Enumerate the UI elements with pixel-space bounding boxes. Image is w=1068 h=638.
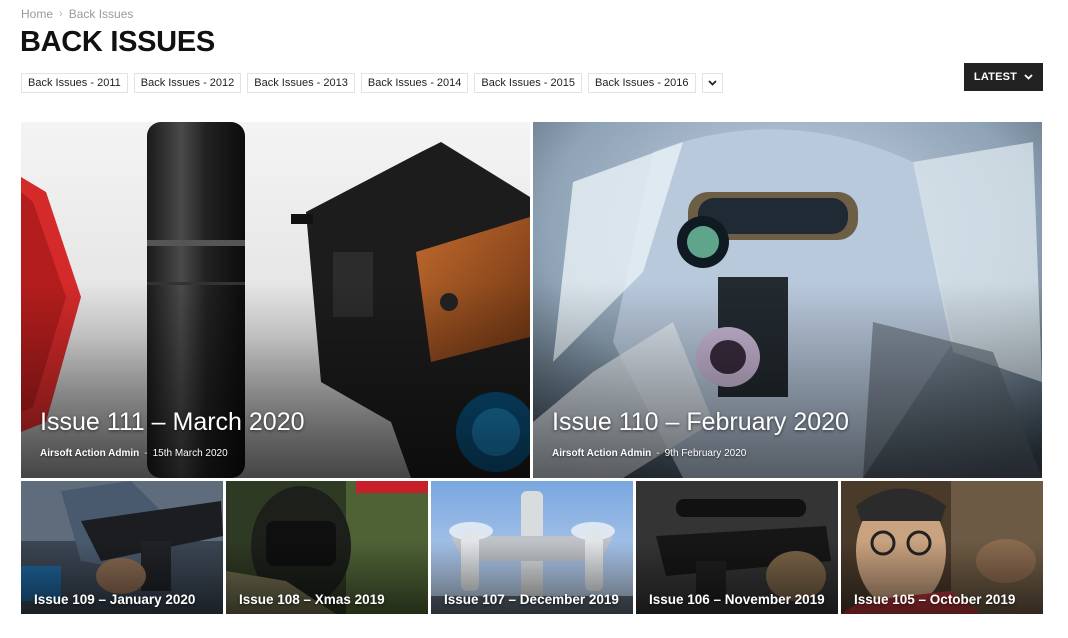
filter-back-issues-2014[interactable]: Back Issues - 2014 bbox=[360, 73, 469, 93]
breadcrumb-home-link[interactable]: Home bbox=[21, 7, 53, 21]
page-title: BACK ISSUES bbox=[20, 26, 215, 58]
filter-back-issues-2011[interactable]: Back Issues - 2011 bbox=[21, 73, 128, 93]
issue-card[interactable]: Issue 106 – November 2019 bbox=[636, 481, 838, 614]
breadcrumb-separator: › bbox=[59, 8, 63, 20]
filter-back-issues-2016[interactable]: Back Issues - 2016 bbox=[587, 73, 696, 93]
chevron-down-icon bbox=[1024, 74, 1033, 80]
sort-latest-button[interactable]: LATEST bbox=[964, 63, 1043, 91]
featured-issue-card[interactable]: Issue 110 – February 2020 Airsoft Action… bbox=[533, 122, 1042, 478]
filter-back-issues-2013[interactable]: Back Issues - 2013 bbox=[247, 73, 355, 93]
category-filter-bar: Back Issues - 2011 Back Issues - 2012 Ba… bbox=[21, 73, 723, 93]
breadcrumb-current-link[interactable]: Back Issues bbox=[69, 7, 134, 21]
issue-title[interactable]: Issue 108 – Xmas 2019 bbox=[239, 592, 385, 607]
issue-title[interactable]: Issue 110 – February 2020 bbox=[552, 408, 849, 437]
filter-back-issues-2012[interactable]: Back Issues - 2012 bbox=[133, 73, 242, 93]
filter-back-issues-2015[interactable]: Back Issues - 2015 bbox=[474, 73, 582, 93]
issue-card[interactable]: Issue 109 – January 2020 bbox=[21, 481, 223, 614]
issue-card[interactable]: Issue 105 – October 2019 bbox=[841, 481, 1043, 614]
issue-card[interactable]: Issue 107 – December 2019 bbox=[431, 481, 633, 614]
issue-author[interactable]: Airsoft Action Admin bbox=[552, 448, 651, 459]
issue-title[interactable]: Issue 105 – October 2019 bbox=[854, 592, 1015, 607]
sort-label: LATEST bbox=[973, 71, 1018, 83]
meta-separator: - bbox=[656, 448, 660, 459]
issue-title[interactable]: Issue 106 – November 2019 bbox=[649, 592, 825, 607]
meta-separator: - bbox=[144, 448, 148, 459]
issue-author[interactable]: Airsoft Action Admin bbox=[40, 448, 139, 459]
issue-date: 15th March 2020 bbox=[152, 448, 228, 459]
chevron-down-icon bbox=[707, 80, 717, 86]
issue-meta: Airsoft Action Admin - 9th February 2020 bbox=[552, 448, 746, 459]
issue-title[interactable]: Issue 107 – December 2019 bbox=[444, 592, 619, 607]
filter-more-button[interactable] bbox=[701, 73, 723, 93]
issue-date: 9th February 2020 bbox=[664, 448, 747, 459]
breadcrumb: Home › Back Issues bbox=[21, 7, 133, 21]
issue-card[interactable]: Issue 108 – Xmas 2019 bbox=[226, 481, 428, 614]
issue-title[interactable]: Issue 111 – March 2020 bbox=[40, 408, 305, 437]
issue-title[interactable]: Issue 109 – January 2020 bbox=[34, 592, 195, 607]
featured-issue-card[interactable]: Issue 111 – March 2020 Airsoft Action Ad… bbox=[21, 122, 530, 478]
issue-meta: Airsoft Action Admin - 15th March 2020 bbox=[40, 448, 228, 459]
